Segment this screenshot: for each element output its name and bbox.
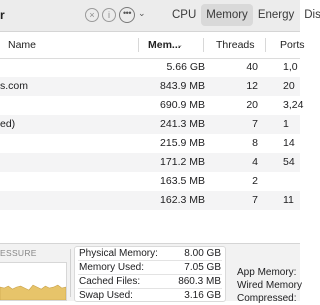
tab-bar: CPU Memory Energy Disk xyxy=(167,4,320,26)
process-memory: 171.2 MB xyxy=(160,156,205,168)
column-ports[interactable]: Ports xyxy=(280,32,305,58)
stat-value: 7.05 GB xyxy=(184,262,221,273)
memory-summary-panel: ESSURE Physical Memory: 8.00 GB Memory U… xyxy=(0,243,302,304)
table-row[interactable]: 163.5 MB 2 xyxy=(0,172,300,191)
table-row[interactable]: s.com 843.9 MB 12 20 xyxy=(0,77,300,96)
wired-memory-label: Wired Memory xyxy=(237,280,303,291)
info-icon[interactable]: i xyxy=(102,8,116,22)
stat-memory-used: Memory Used: 7.05 GB xyxy=(75,261,225,274)
panel-divider xyxy=(70,249,71,297)
process-name: s.com xyxy=(0,80,29,92)
table-row[interactable]: 5.66 GB 40 1,0 xyxy=(0,58,300,77)
process-table: 5.66 GB 40 1,0 s.com 843.9 MB 12 20 690.… xyxy=(0,58,304,210)
process-memory: 215.9 MB xyxy=(160,137,205,149)
process-memory: 163.5 MB xyxy=(160,175,205,187)
stat-value: 3.16 GB xyxy=(184,290,221,301)
compressed-label: Compressed: xyxy=(237,293,297,304)
table-row[interactable]: 215.9 MB 8 14 xyxy=(0,134,300,153)
process-ports: 20 xyxy=(283,80,295,92)
process-ports: 1,0 xyxy=(283,61,298,73)
column-memory[interactable]: Mem... xyxy=(148,32,181,58)
process-ports: 11 xyxy=(283,194,294,206)
process-ports: 14 xyxy=(283,137,295,149)
stat-label: Memory Used: xyxy=(79,262,145,273)
stat-label: Cached Files: xyxy=(79,276,141,287)
memory-stats-box: Physical Memory: 8.00 GB Memory Used: 7.… xyxy=(74,246,226,302)
process-ports: 1 xyxy=(283,118,289,130)
process-threads: 8 xyxy=(252,137,258,149)
process-memory: 690.9 MB xyxy=(160,99,205,111)
process-threads: 7 xyxy=(252,194,258,206)
process-memory: 843.9 MB xyxy=(160,80,205,92)
app-memory-label: App Memory: xyxy=(237,267,297,278)
column-divider[interactable] xyxy=(203,38,204,52)
stat-swap-used: Swap Used: 3.16 GB xyxy=(75,289,225,302)
table-row[interactable]: 171.2 MB 4 54 xyxy=(0,153,300,172)
process-memory: 241.3 MB xyxy=(160,118,205,130)
column-divider[interactable] xyxy=(138,38,139,52)
table-row[interactable]: 162.3 MB 7 11 xyxy=(0,191,300,210)
process-threads: 40 xyxy=(246,61,258,73)
process-threads: 4 xyxy=(252,156,258,168)
window-title: r xyxy=(0,8,5,22)
table-header: Name Mem... ⌄ Threads Ports xyxy=(0,32,305,59)
stat-label: Physical Memory: xyxy=(79,248,158,259)
column-divider[interactable] xyxy=(265,38,266,52)
column-threads[interactable]: Threads xyxy=(216,32,255,58)
stat-label: Swap Used: xyxy=(79,290,133,301)
process-ports: 54 xyxy=(283,156,295,168)
process-threads: 12 xyxy=(246,80,258,92)
pressure-area xyxy=(0,284,67,301)
stat-cached-files: Cached Files: 860.3 MB xyxy=(75,275,225,288)
process-ports: 3,24 xyxy=(283,99,304,111)
chevron-down-icon[interactable]: ⌄ xyxy=(138,8,146,19)
more-actions-icon[interactable]: ••• xyxy=(119,7,135,23)
tab-cpu[interactable]: CPU xyxy=(167,4,201,26)
stat-value: 8.00 GB xyxy=(184,248,221,259)
tab-disk[interactable]: Disk xyxy=(299,4,320,26)
sort-descending-icon: ⌄ xyxy=(177,42,183,49)
stat-physical-memory: Physical Memory: 8.00 GB xyxy=(75,247,225,260)
memory-breakdown: App Memory: Wired Memory Compressed: xyxy=(237,266,302,305)
column-name[interactable]: Name xyxy=(8,32,36,58)
process-threads: 2 xyxy=(252,175,258,187)
tab-energy[interactable]: Energy xyxy=(253,4,299,26)
tab-memory[interactable]: Memory xyxy=(201,4,253,26)
table-row[interactable]: ed) 241.3 MB 7 1 xyxy=(0,115,300,134)
stat-value: 860.3 MB xyxy=(178,276,221,287)
process-threads: 20 xyxy=(246,99,258,111)
memory-pressure-graph xyxy=(0,262,67,301)
pressure-graph-svg xyxy=(0,284,67,301)
stop-process-icon[interactable]: × xyxy=(85,8,99,22)
process-threads: 7 xyxy=(252,118,258,130)
toolbar: r × i ••• ⌄ CPU Memory Energy Disk xyxy=(0,0,320,32)
process-name: ed) xyxy=(0,118,16,130)
process-memory: 5.66 GB xyxy=(166,61,205,73)
memory-pressure-label: ESSURE xyxy=(0,248,37,258)
table-row[interactable]: 690.9 MB 20 3,24 xyxy=(0,96,304,115)
process-memory: 162.3 MB xyxy=(160,194,205,206)
